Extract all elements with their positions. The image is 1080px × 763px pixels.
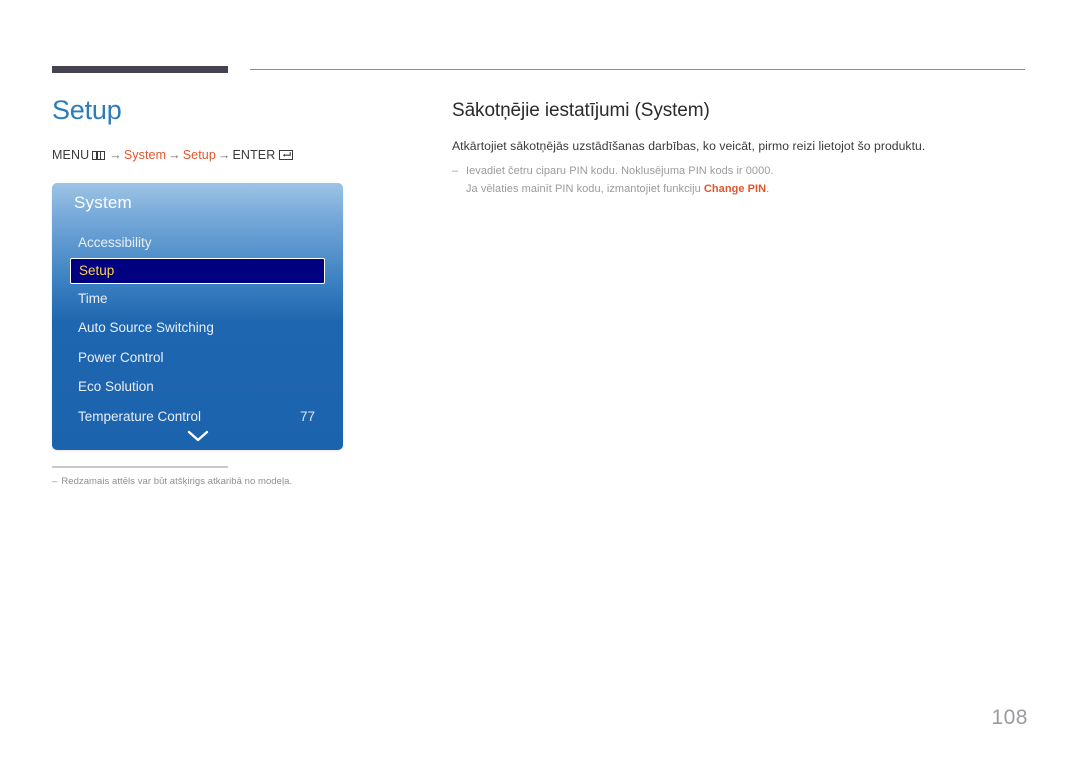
footnote-dash: – [52,476,58,487]
section-description: Atkārtojiet sākotņējās uzstādīšanas darb… [452,139,926,153]
page-number: 108 [991,706,1028,729]
breadcrumb-menu-label: MENU [52,147,90,162]
section-note-line2-before: Ja vēlaties mainīt PIN kodu, izmantojiet… [466,182,704,195]
section-note-line-2: Ja vēlaties mainīt PIN kodu, izmantojiet… [466,181,1032,198]
osd-menu-item-temperature-control[interactable]: Temperature Control 77 [52,402,343,432]
section-notes: – Ievadiet četru ciparu PIN kodu. Noklus… [452,163,1032,197]
osd-menu-header: System [74,193,132,212]
breadcrumb-step-setup[interactable]: Setup [183,148,216,162]
header-rule-thick [52,66,228,73]
section-note-line-1: Ievadiet četru ciparu PIN kodu. Noklusēj… [466,165,774,178]
osd-menu-item-setup[interactable]: Setup [70,257,325,284]
osd-menu-panel: System Accessibility Setup Time Auto Sou… [52,183,343,450]
left-footnote: – Redzamais attēls var būt atšķirigs atka… [52,476,382,487]
osd-item-label: Auto Source Switching [78,320,214,335]
breadcrumb: MENU → System → Setup → ENTER [52,148,392,162]
menu-grid-icon [92,150,106,160]
osd-item-label: Accessibility [78,235,152,250]
change-pin-link[interactable]: Change PIN [704,183,766,195]
osd-menu-item-accessibility[interactable]: Accessibility [52,228,343,258]
breadcrumb-arrow-3: → [217,147,231,162]
osd-item-label: Time [78,290,108,306]
enter-return-icon [279,149,294,160]
page-title: Setup [52,95,122,125]
osd-menu-item-auto-source-switching[interactable]: Auto Source Switching [52,313,343,343]
osd-item-label: Power Control [78,349,164,365]
osd-item-value: 77 [299,408,315,424]
osd-menu-item-time[interactable]: Time [52,284,343,314]
breadcrumb-arrow-1: → [109,147,122,162]
section-title: Sākotņējie iestatījumi (System) [452,100,710,121]
section-note-line2-after: . [766,182,770,195]
osd-menu-list: Accessibility Setup Time Auto Source Swi… [52,228,343,431]
osd-item-label: Setup [79,262,115,278]
breadcrumb-enter-label: ENTER [232,147,276,162]
footnote-text: Redzamais attēls var būt atšķirigs atkar… [61,476,293,487]
right-column: Sākotņējie iestatījumi (System) Atkārtoj… [452,100,1032,198]
header-rule-thin [250,69,1025,70]
osd-item-label: Eco Solution [78,379,154,394]
chevron-down-icon[interactable] [52,430,343,442]
footnote-divider [52,466,228,468]
section-note-dash: – [452,165,459,178]
osd-menu-item-power-control[interactable]: Power Control [52,343,343,373]
breadcrumb-step-system[interactable]: System [124,148,166,162]
osd-item-label: Temperature Control [78,408,202,424]
osd-menu-item-eco-solution[interactable]: Eco Solution [52,372,343,402]
left-column: Setup MENU → System → Setup → ENTER [52,95,392,162]
breadcrumb-arrow-2: → [168,147,181,162]
